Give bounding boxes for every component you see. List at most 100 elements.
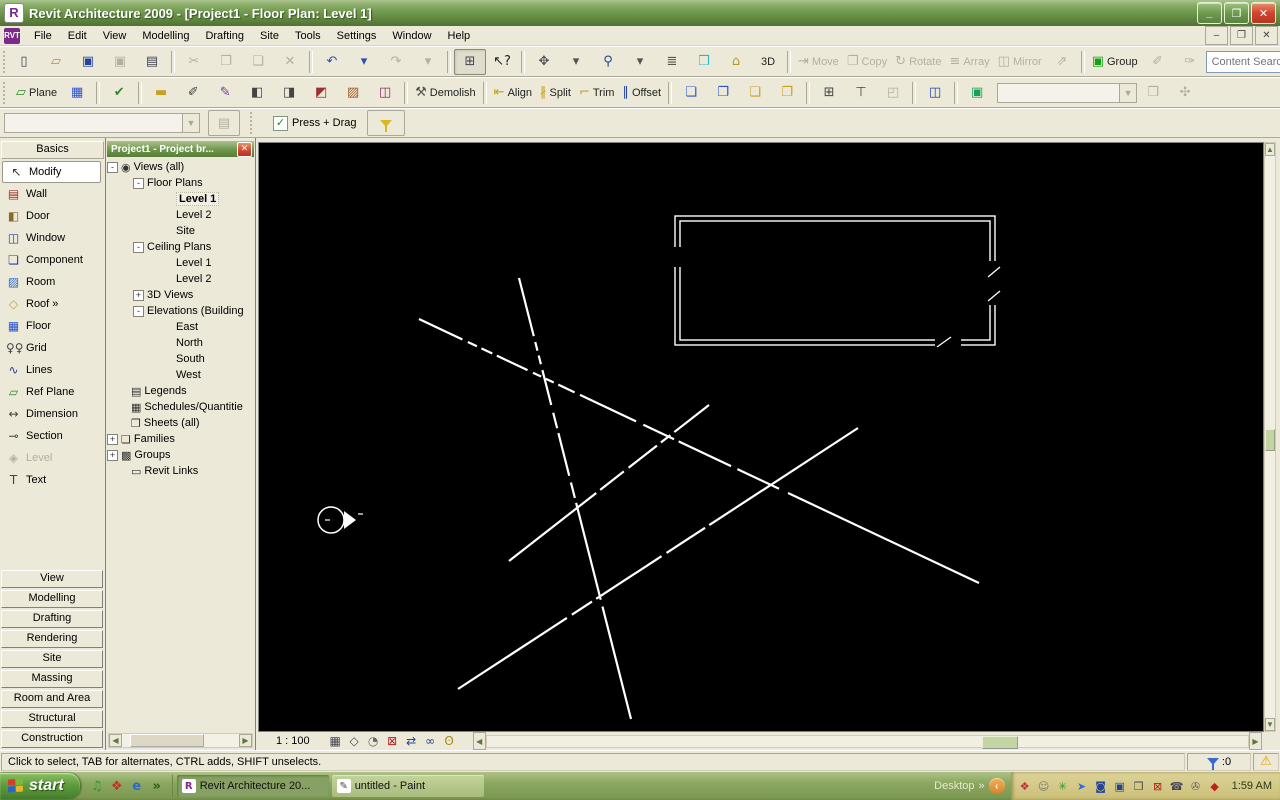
tree-row[interactable]: ❒ Sheets (all) [107, 415, 254, 431]
scrollbar-thumb[interactable] [1265, 429, 1275, 451]
task-revit[interactable]: R Revit Architecture 20... [176, 775, 329, 797]
scale-button[interactable]: 1 : 100 [268, 734, 318, 748]
drawing-canvas[interactable] [258, 142, 1264, 732]
pick-icon[interactable]: ⊞ [813, 80, 845, 106]
3d-label[interactable]: 3D [752, 49, 784, 75]
tree-node-label[interactable]: Level 2 [176, 209, 211, 221]
tree-expander[interactable]: + [107, 433, 118, 445]
model-graphics-icon[interactable]: ◇ [345, 733, 364, 749]
tree-row[interactable]: - Elevations (Building [107, 303, 254, 319]
join-icon[interactable]: ◨ [273, 80, 305, 106]
toolbar-grip[interactable] [3, 50, 5, 73]
tree-node-label[interactable]: Legends [144, 385, 186, 397]
associate-icon[interactable]: ◰ [877, 80, 909, 106]
project-browser-toggle[interactable]: ⊞ [454, 48, 486, 75]
ref-plane-icon[interactable]: ▱ Ref Plane [0, 381, 105, 403]
context-help-icon[interactable]: ↖? [486, 49, 518, 75]
browser-h-scrollbar[interactable]: ◀ ▶ [108, 733, 253, 748]
tree-node-label[interactable]: Floor Plans [147, 177, 203, 189]
design-bar-tab[interactable]: Rendering [1, 630, 103, 648]
child-minimize-button[interactable]: – [1205, 26, 1228, 45]
add-to-group-icon[interactable]: ❐ [707, 80, 739, 106]
tree-row[interactable]: West [107, 367, 254, 383]
crop-icon[interactable]: ⊠ [383, 733, 402, 749]
tree-expander[interactable]: - [133, 177, 144, 189]
detail-level-icon[interactable]: ▦ [326, 733, 345, 749]
tree-expander[interactable]: - [133, 305, 144, 317]
tree-node-label[interactable]: Schedules/Quantitie [144, 401, 242, 413]
tray-launcher-icon[interactable]: ➤ [1074, 778, 1090, 794]
tree-expander[interactable]: + [133, 289, 144, 301]
scroll-right-icon[interactable]: ▶ [1249, 732, 1262, 750]
scrollbar-thumb[interactable] [130, 734, 204, 747]
demolish-icon[interactable]: ⚒ Demolish [411, 80, 480, 106]
tree-row[interactable]: Site [107, 223, 254, 239]
tray-messenger-icon[interactable]: ☺ [1036, 778, 1052, 794]
filter-button[interactable] [366, 110, 405, 136]
options-link-icon[interactable]: ✣ [1169, 80, 1201, 106]
move-icon[interactable]: ⇥ Move [794, 49, 843, 75]
undo-menu-icon[interactable]: ▾ [348, 49, 380, 75]
print-icon[interactable]: ▤ [136, 49, 168, 75]
tree-node-label[interactable]: Level 2 [176, 273, 211, 285]
edit-group-icon[interactable]: ❏ [675, 80, 707, 106]
clock[interactable]: 1:59 AM [1232, 780, 1272, 792]
cut-icon[interactable]: ✂ [178, 49, 210, 75]
design-bar-header[interactable]: Basics [1, 141, 104, 159]
tree-node-label[interactable]: Site [176, 225, 195, 237]
child-close-button[interactable]: ✕ [1255, 26, 1278, 45]
design-bar-tab[interactable]: Site [1, 650, 103, 668]
paint-icon[interactable]: ◩ [305, 80, 337, 106]
align-icon[interactable]: ⇤ Align [490, 80, 536, 106]
toolbar-grip[interactable] [3, 81, 9, 104]
scroll-left-icon[interactable]: ◀ [472, 732, 486, 750]
ql-itunes-icon[interactable]: ♫ [88, 777, 106, 795]
text-icon[interactable]: T Text [0, 469, 105, 491]
menu-item[interactable]: Window [384, 28, 439, 44]
scroll-right-icon[interactable]: ▶ [239, 734, 252, 747]
tree-row[interactable]: North [107, 335, 254, 351]
tree-row[interactable]: East [107, 319, 254, 335]
spelling-icon[interactable]: ✔ [103, 80, 135, 106]
tree-node-label[interactable]: Level 1 [176, 257, 211, 269]
split-icon[interactable]: ∦ Split [536, 80, 575, 106]
tree-expander[interactable]: - [107, 161, 118, 173]
tray-e-icon[interactable]: ◙ [1093, 778, 1109, 794]
menu-item[interactable]: Drafting [197, 28, 252, 44]
tree-node-label[interactable]: North [176, 337, 203, 349]
design-bar-tab[interactable]: Room and Area [1, 690, 103, 708]
ql-overflow-chevron[interactable]: » [148, 777, 166, 795]
trim-icon[interactable]: ⌐ Trim [575, 80, 619, 106]
tree-row[interactable]: ▤ Legends [107, 383, 254, 399]
menu-item[interactable]: Settings [329, 28, 385, 44]
roof-icon[interactable]: ◇ Roof » [0, 293, 105, 315]
symbol-icon[interactable]: ◫ [919, 80, 951, 106]
design-bar-tab[interactable]: Drafting [1, 610, 103, 628]
design-bar-tab[interactable]: Massing [1, 670, 103, 688]
group-icon[interactable]: ▣ Group [1088, 49, 1142, 75]
array-icon[interactable]: ≡ Array [945, 49, 993, 75]
unpin-icon[interactable]: ✑ [1174, 49, 1206, 75]
cut-face-icon[interactable]: ◧ [241, 80, 273, 106]
zoom-menu-icon[interactable]: ▾ [624, 49, 656, 75]
tree-row[interactable]: ▦ Schedules/Quantitie [107, 399, 254, 415]
menu-item[interactable]: Modelling [134, 28, 197, 44]
thin-lines-icon[interactable]: ≣ [656, 49, 688, 75]
tree-node-label[interactable]: Families [134, 433, 175, 445]
tree-row[interactable]: - ◉ Views (all) [107, 159, 254, 175]
tree-node-label[interactable]: Revit Links [144, 465, 198, 477]
tree-row[interactable]: - Ceiling Plans [107, 239, 254, 255]
undo-icon[interactable]: ↶ [316, 49, 348, 75]
tray-mouse-icon[interactable]: ✇ [1188, 778, 1204, 794]
tree-row[interactable]: ▭ Revit Links [107, 463, 254, 479]
wall-icon[interactable]: ▤ Wall [0, 183, 105, 205]
resize-icon[interactable]: ⇗ [1046, 49, 1078, 75]
tray-display-icon[interactable]: ▣ [1112, 778, 1128, 794]
tray-phone-icon[interactable]: ☎ [1169, 778, 1185, 794]
tree-row[interactable]: - Floor Plans [107, 175, 254, 191]
tree-row[interactable]: Level 2 [107, 207, 254, 223]
tree-row[interactable]: Level 1 [107, 255, 254, 271]
plane-icon[interactable]: ▱ Plane [12, 80, 61, 106]
camera-icon[interactable]: ⌂ [720, 49, 752, 75]
tree-row[interactable]: Level 1 [107, 191, 254, 207]
